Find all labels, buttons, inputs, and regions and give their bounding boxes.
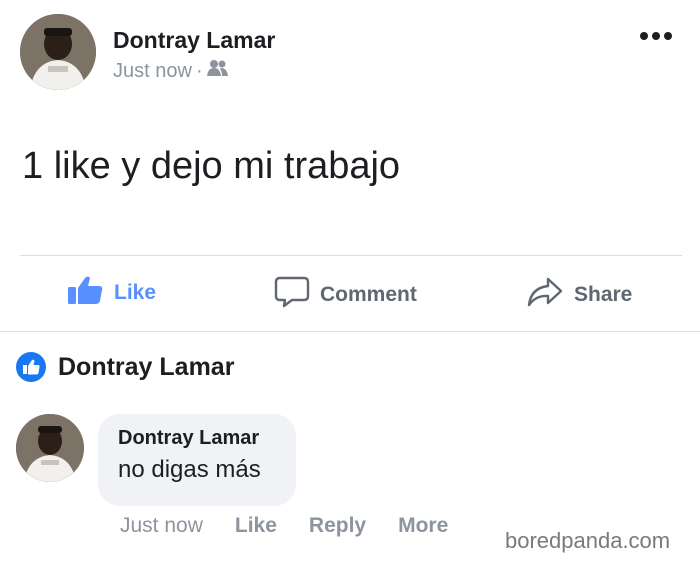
comment-label: Comment (320, 283, 417, 306)
post-author-avatar[interactable] (20, 14, 96, 90)
share-label: Share (574, 283, 633, 306)
like-button[interactable]: Like (66, 275, 156, 311)
like-badge-icon (16, 352, 46, 382)
liker-name[interactable]: Dontray Lamar (58, 353, 234, 382)
post-meta: Just now · (113, 59, 229, 83)
comment-actions: Just now Like Reply More (120, 514, 480, 538)
share-arrow-icon (526, 275, 564, 315)
comment-timestamp[interactable]: Just now (120, 514, 203, 538)
comment-bubble: Dontray Lamar no digas más (98, 414, 296, 506)
more-dots-icon[interactable] (640, 32, 672, 40)
like-label: Like (114, 281, 157, 304)
post-timestamp[interactable]: Just now (113, 60, 192, 83)
comment-reply-link[interactable]: Reply (309, 514, 366, 538)
post-author-name[interactable]: Dontray Lamar (113, 27, 275, 54)
thumbs-up-icon (66, 275, 104, 311)
meta-separator: · (195, 59, 203, 82)
post-text: 1 like y dejo mi trabajo (22, 145, 401, 187)
reactions-summary[interactable]: Dontray Lamar (16, 352, 234, 382)
comment-author-avatar[interactable] (16, 414, 84, 482)
comment-button[interactable]: Comment (274, 275, 417, 315)
watermark: boredpanda.com (505, 528, 671, 553)
divider (20, 255, 682, 256)
comment-bubble-icon (274, 275, 310, 315)
comment-more-link[interactable]: More (398, 514, 448, 538)
divider (0, 331, 700, 332)
friends-icon[interactable] (206, 59, 229, 83)
comment-author-name[interactable]: Dontray Lamar (118, 427, 296, 450)
comment-text: no digas más (118, 456, 261, 483)
share-button[interactable]: Share (526, 275, 632, 315)
comment-like-link[interactable]: Like (235, 514, 277, 538)
